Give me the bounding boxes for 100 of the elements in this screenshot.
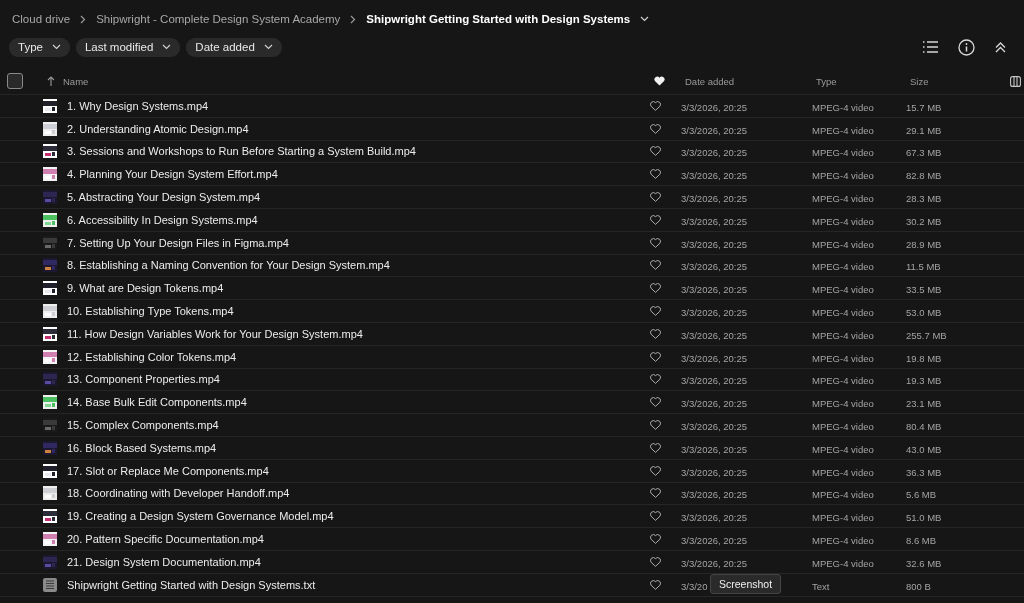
file-name[interactable]: 15. Complex Components.mp4: [67, 419, 219, 432]
size-cell: 43.0 MB: [906, 443, 942, 455]
column-header[interactable]: Date added: [685, 75, 735, 87]
file-name[interactable]: 11. How Design Variables Work for Your Design System.mp4: [67, 327, 363, 340]
size-cell: 51.0 MB: [906, 512, 942, 524]
type-cell: MPEG-4 video: [812, 101, 874, 113]
heart-icon[interactable]: [650, 351, 661, 362]
heart-icon[interactable]: [650, 169, 661, 180]
file-name[interactable]: 1. Why Design Systems.mp4: [67, 99, 209, 112]
filter-dropdown[interactable]: Date added: [186, 37, 282, 57]
size-cell: 255.7 MB: [906, 329, 947, 341]
date-cell: 3/3/2026, 20:25: [681, 147, 748, 159]
file-name[interactable]: 12. Establishing Color Tokens.mp4: [67, 350, 237, 363]
heart-icon[interactable]: [650, 214, 661, 225]
date-cell: 3/3/2026, 20:25: [681, 375, 748, 387]
select-all-checkbox[interactable]: [7, 73, 23, 89]
column-header[interactable]: Name: [63, 75, 89, 87]
text-file-icon: [43, 577, 57, 592]
date-cell: 3/3/2026, 20:25: [681, 329, 748, 341]
date-cell: 3/3/2026, 20:25: [681, 557, 748, 569]
size-cell: 28.9 MB: [906, 238, 942, 250]
size-cell: 800 B: [906, 580, 931, 592]
heart-icon[interactable]: [650, 237, 661, 248]
heart-icon[interactable]: [650, 511, 661, 522]
filter-dropdown[interactable]: Type: [9, 37, 70, 57]
file-name[interactable]: 9. What are Design Tokens.mp4: [67, 282, 224, 295]
file-name[interactable]: 20. Pattern Specific Documentation.mp4: [67, 533, 264, 546]
date-cell: 3/3/2026, 20:25: [681, 512, 748, 524]
file-name[interactable]: 7. Setting Up Your Design Files in Figma.mp4: [67, 236, 289, 249]
date-cell: 3/3/20: [681, 580, 708, 592]
column-header[interactable]: Size: [910, 75, 929, 87]
file-name[interactable]: 3. Sessions and Workshops to Run Before Starting a System Build.mp4: [67, 145, 416, 158]
type-cell: MPEG-4 video: [812, 124, 874, 136]
file-name[interactable]: 6. Accessibility In Design Systems.mp4: [67, 213, 258, 226]
type-cell: MPEG-4 video: [812, 329, 874, 341]
breadcrumb-link[interactable]: Cloud drive: [12, 13, 71, 25]
heart-icon[interactable]: [650, 100, 661, 111]
heart-icon[interactable]: [650, 146, 661, 157]
size-cell: 53.0 MB: [906, 307, 942, 319]
heart-icon[interactable]: [650, 260, 661, 271]
heart-icon[interactable]: [650, 283, 661, 294]
date-cell: 3/3/2026, 20:25: [681, 124, 748, 136]
file-name[interactable]: 16. Block Based Systems.mp4: [67, 441, 217, 454]
type-cell: MPEG-4 video: [812, 512, 874, 524]
heart-icon[interactable]: [650, 442, 661, 453]
size-cell: 11.5 MB: [906, 261, 941, 273]
size-cell: 15.7 MB: [906, 101, 942, 113]
date-cell: 3/3/2026, 20:25: [681, 170, 748, 182]
file-name[interactable]: Shipwright Getting Started with Design Systems.txt: [67, 578, 316, 591]
heart-icon[interactable]: [650, 488, 661, 499]
type-cell: MPEG-4 video: [812, 375, 874, 387]
heart-icon[interactable]: [650, 192, 661, 203]
heart-icon[interactable]: [650, 579, 661, 590]
type-cell: MPEG-4 video: [812, 421, 874, 433]
type-cell: MPEG-4 video: [812, 398, 874, 410]
heart-icon[interactable]: [650, 123, 661, 134]
size-cell: 32.6 MB: [906, 557, 942, 569]
list-view-icon[interactable]: [923, 41, 938, 53]
sort-up-icon[interactable]: [47, 76, 55, 86]
date-cell: 3/3/2026, 20:25: [681, 421, 748, 433]
column-header[interactable]: Type: [816, 75, 837, 87]
file-name[interactable]: 2. Understanding Atomic Design.mp4: [67, 122, 249, 135]
file-name[interactable]: 14. Base Bulk Edit Components.mp4: [67, 396, 247, 409]
file-name[interactable]: 17. Slot or Replace Me Components.mp4: [67, 464, 269, 477]
chevron-down-icon[interactable]: [640, 16, 650, 22]
size-cell: 80.4 MB: [906, 421, 942, 433]
heart-icon[interactable]: [650, 374, 661, 385]
heart-icon[interactable]: [650, 556, 661, 567]
heart-icon[interactable]: [650, 397, 661, 408]
size-cell: 19.3 MB: [906, 375, 942, 387]
heart-icon[interactable]: [654, 76, 665, 86]
file-name[interactable]: 8. Establishing a Naming Convention for Your Design System.mp4: [67, 259, 390, 272]
size-cell: 28.3 MB: [906, 193, 942, 205]
breadcrumb-link[interactable]: Shipwright - Complete Design System Academy: [96, 13, 341, 25]
columns-icon[interactable]: [1009, 75, 1021, 87]
chevron-right-icon: [80, 14, 87, 24]
heart-icon[interactable]: [650, 328, 661, 339]
breadcrumb-link[interactable]: Shipwright Getting Started with Design Systems: [366, 13, 631, 25]
date-cell: 3/3/2026, 20:25: [681, 101, 748, 113]
size-cell: 82.8 MB: [906, 170, 942, 182]
date-cell: 3/3/2026, 20:25: [681, 443, 748, 455]
file-name[interactable]: 21. Design System Documentation.mp4: [67, 555, 261, 568]
heart-icon[interactable]: [650, 420, 661, 431]
heart-icon[interactable]: [650, 306, 661, 317]
filter-dropdown[interactable]: Last modified: [75, 37, 181, 57]
heart-icon[interactable]: [650, 465, 661, 476]
file-name[interactable]: 13. Component Properties.mp4: [67, 373, 220, 386]
info-icon[interactable]: [958, 38, 975, 56]
collapse-icon[interactable]: [995, 41, 1006, 53]
file-name[interactable]: 19. Creating a Design System Governance Model.mp4: [67, 510, 334, 523]
date-cell: 3/3/2026, 20:25: [681, 489, 748, 501]
file-name[interactable]: 18. Coordinating with Developer Handoff.mp4: [67, 487, 290, 500]
date-cell: 3/3/2026, 20:25: [681, 398, 748, 410]
file-name[interactable]: 5. Abstracting Your Design System.mp4: [67, 191, 261, 204]
file-name[interactable]: 10. Establishing Type Tokens.mp4: [67, 305, 234, 318]
date-cell: 3/3/2026, 20:25: [681, 238, 748, 250]
heart-icon[interactable]: [650, 534, 661, 545]
size-cell: 19.8 MB: [906, 352, 942, 364]
file-name[interactable]: 4. Planning Your Design System Effort.mp4: [67, 168, 278, 181]
size-cell: 33.5 MB: [906, 284, 942, 296]
